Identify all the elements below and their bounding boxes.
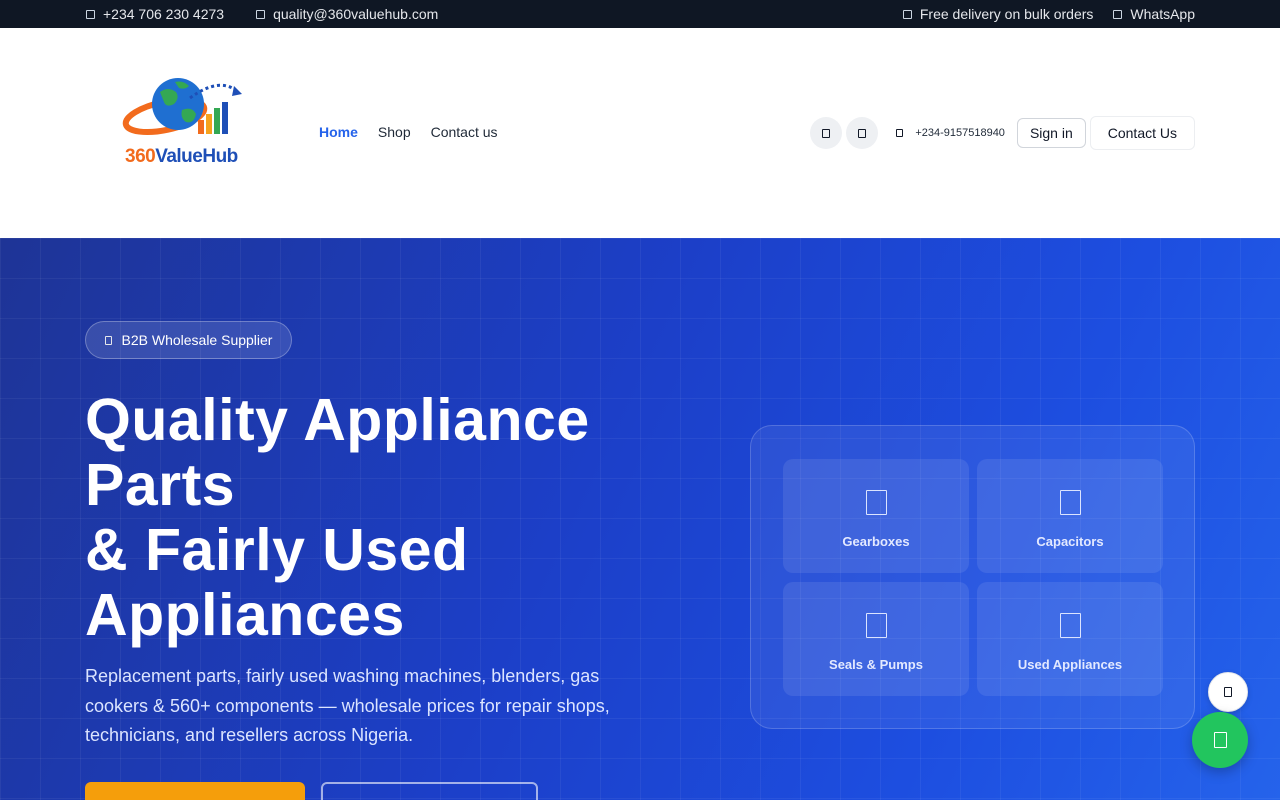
truck-icon	[902, 9, 912, 19]
category-panel: Gearboxes Capacitors Seals & Pumps Used …	[750, 425, 1195, 729]
topbar-email-link[interactable]: quality@360valuehub.com	[256, 6, 438, 22]
header-actions: +234-9157518940 Sign in Contact Us	[810, 116, 1195, 150]
header-phone-link[interactable]: +234-9157518940	[896, 127, 1005, 139]
hero-badge: B2B Wholesale Supplier	[85, 321, 292, 359]
nav-home[interactable]: Home	[319, 124, 358, 140]
topbar-delivery-text: Free delivery on bulk orders	[919, 6, 1094, 22]
logo-wordmark-part1: 360	[125, 146, 156, 167]
mail-icon	[256, 9, 266, 19]
topbar-phone-text: +234 706 230 4273	[103, 6, 225, 22]
nav-shop[interactable]: Shop	[378, 124, 411, 140]
capacitor-icon	[1059, 490, 1081, 515]
site-logo[interactable]: 360ValueHub	[120, 74, 244, 174]
category-card-capacitors[interactable]: Capacitors	[977, 459, 1163, 573]
category-card-seals-pumps[interactable]: Seals & Pumps	[783, 582, 969, 696]
hero-description: Replacement parts, fairly used washing m…	[85, 666, 610, 745]
hero-title-line: Appliances	[85, 582, 405, 648]
appliance-icon	[1059, 613, 1081, 638]
topbar-whatsapp-text: WhatsApp	[1130, 6, 1195, 22]
sign-in-button[interactable]: Sign in	[1016, 118, 1086, 148]
cart-button[interactable]	[846, 117, 879, 149]
category-label: Capacitors	[1036, 534, 1104, 549]
logo-wordmark: 360ValueHub	[125, 146, 238, 168]
phone-icon	[896, 129, 904, 137]
hero-title-line: & Fairly Used	[85, 517, 469, 583]
arrow-up-icon	[1224, 687, 1232, 697]
phone-icon	[86, 9, 95, 19]
contact-us-button[interactable]: Contact Us	[1089, 116, 1195, 150]
hero-title: Quality Appliance Parts & Fairly Used Ap…	[85, 388, 705, 648]
shop-now-button[interactable]	[85, 782, 305, 800]
site-header: 360ValueHub Home Shop Contact us +234-91…	[0, 28, 1280, 238]
category-card-used-appliances[interactable]: Used Appliances	[977, 582, 1163, 696]
whatsapp-chat-button[interactable]	[1192, 712, 1248, 768]
hero-title-line: Quality Appliance	[85, 387, 590, 453]
hero-badge-text: B2B Wholesale Supplier	[121, 332, 273, 348]
topbar-email-text: quality@360valuehub.com	[273, 6, 439, 22]
logo-wordmark-part2: ValueHub	[155, 146, 238, 167]
gear-icon	[865, 490, 887, 515]
category-label: Used Appliances	[1017, 657, 1123, 672]
header-phone-text: +234-9157518940	[915, 127, 1005, 139]
secondary-cta-button[interactable]	[321, 782, 538, 800]
category-card-gearboxes[interactable]: Gearboxes	[783, 459, 969, 573]
main-nav: Home Shop Contact us	[319, 124, 498, 140]
topbar-phone-link[interactable]: +234 706 230 4273	[86, 6, 224, 22]
search-button[interactable]	[810, 117, 843, 149]
cart-icon	[858, 128, 867, 138]
hero-title-line: Parts	[85, 452, 236, 518]
nav-contact[interactable]: Contact us	[431, 124, 498, 140]
hero-section: B2B Wholesale Supplier Quality Appliance…	[0, 238, 1280, 800]
category-label: Seals & Pumps	[829, 657, 923, 672]
top-bar: +234 706 230 4273 quality@360valuehub.co…	[0, 0, 1280, 28]
globe-logo-icon	[122, 78, 242, 136]
whatsapp-icon	[1213, 732, 1227, 748]
whatsapp-icon	[1113, 9, 1123, 19]
topbar-delivery-note: Free delivery on bulk orders	[902, 6, 1094, 22]
topbar-whatsapp-link[interactable]: WhatsApp	[1113, 6, 1195, 22]
search-icon	[822, 128, 831, 138]
category-label: Gearboxes	[842, 534, 910, 549]
pump-icon	[865, 613, 887, 638]
briefcase-icon	[104, 335, 112, 345]
scroll-top-button[interactable]	[1208, 672, 1248, 712]
